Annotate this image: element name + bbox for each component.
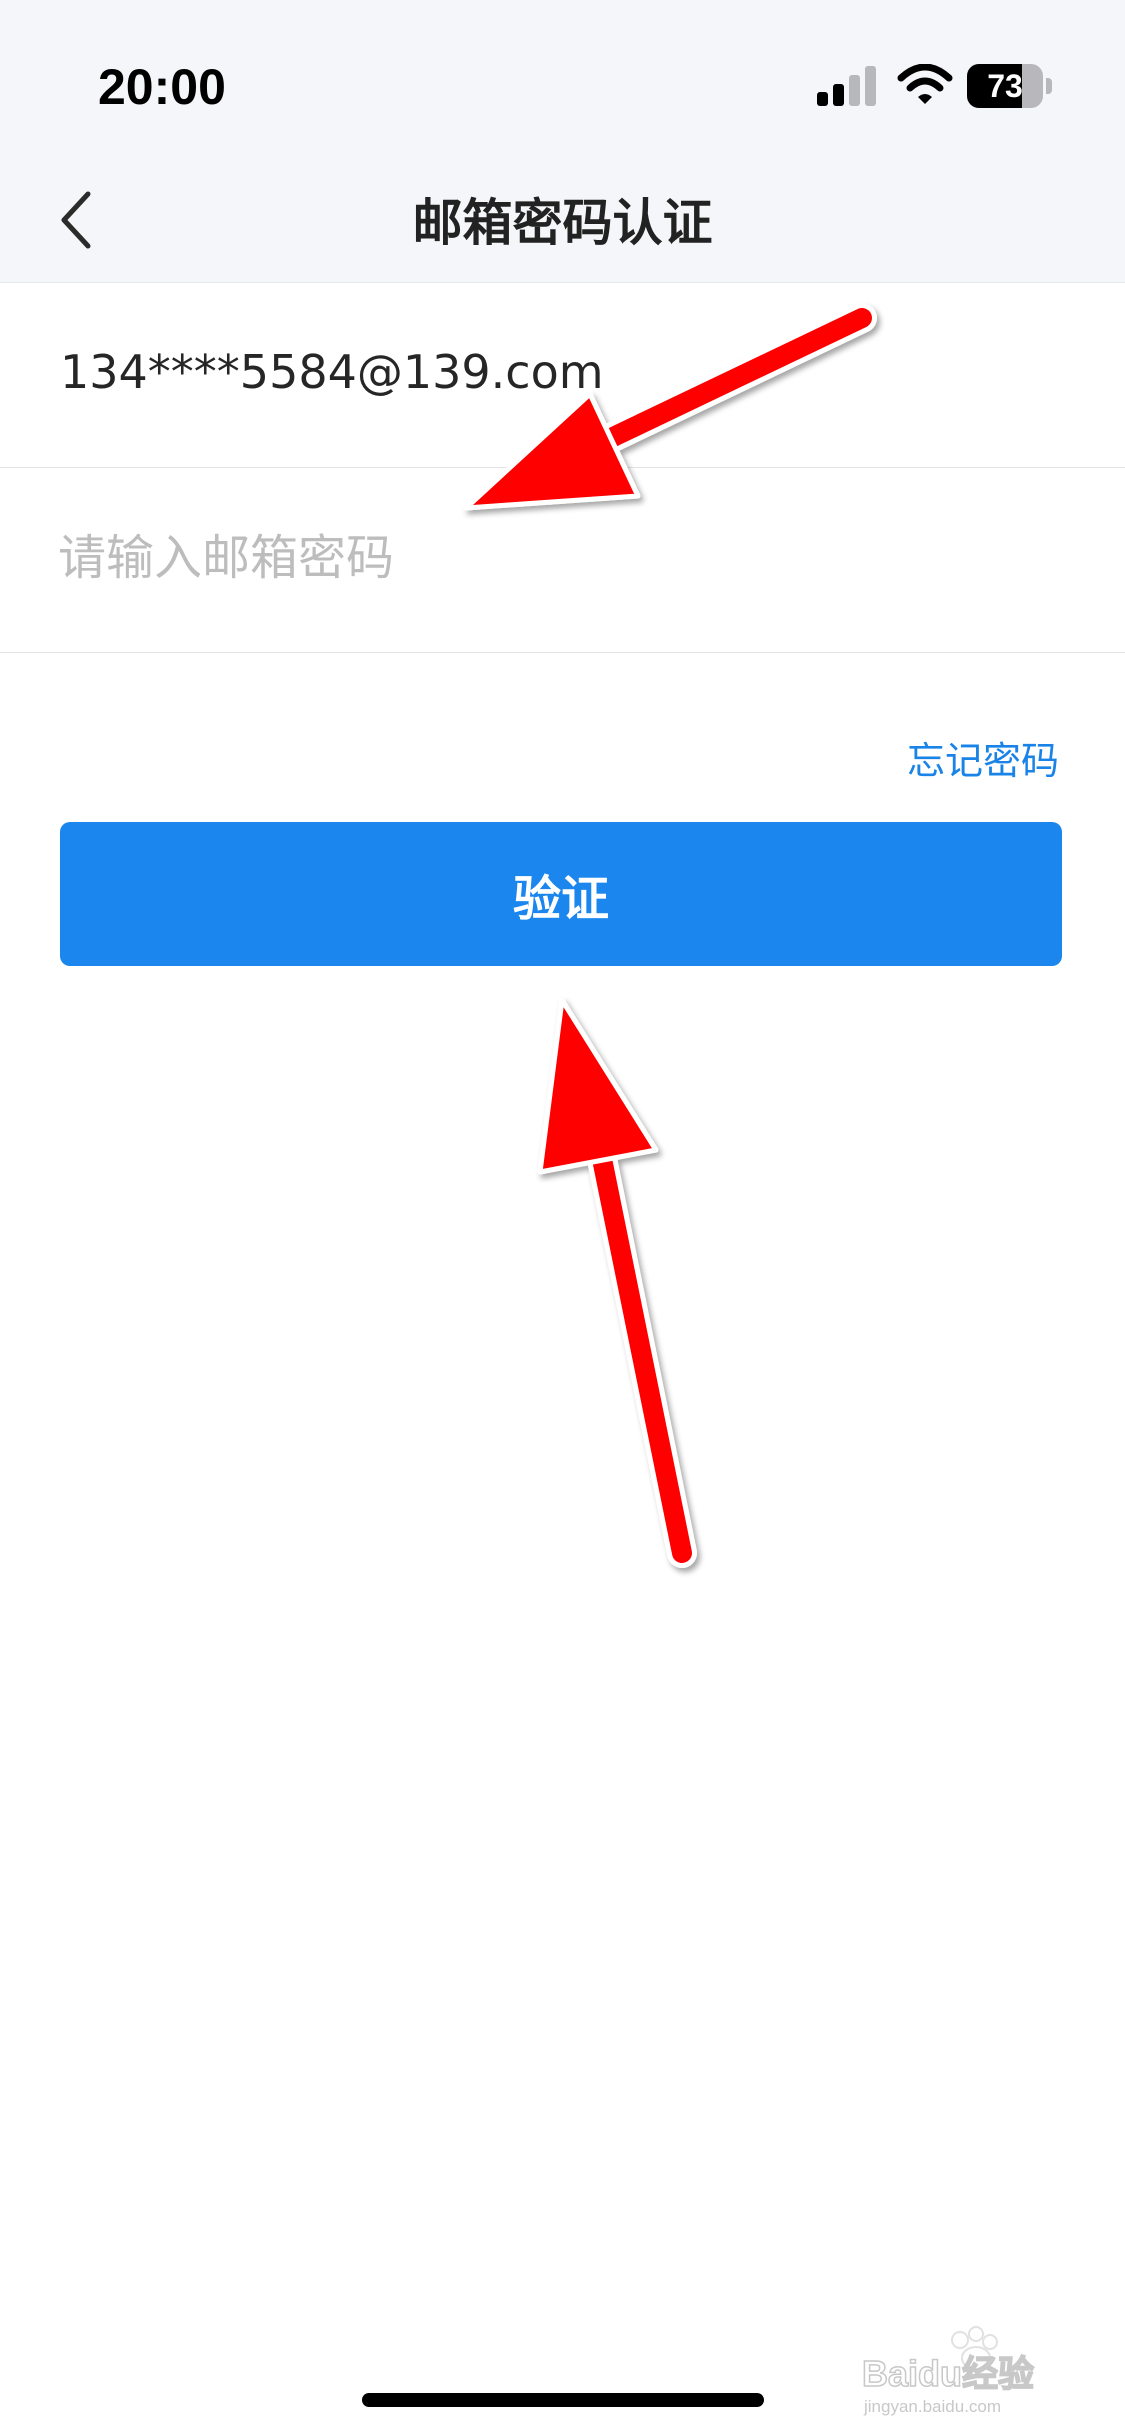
forgot-password-link[interactable]: 忘记密码 bbox=[907, 730, 1059, 785]
email-row: 134****5584@139.com bbox=[0, 283, 1125, 468]
home-indicator bbox=[362, 2393, 764, 2407]
watermark-text: Baidu经验 bbox=[862, 2353, 1034, 2394]
verify-button[interactable]: 验证 bbox=[60, 822, 1062, 966]
password-input[interactable] bbox=[58, 508, 1058, 608]
email-address: 134****5584@139.com bbox=[60, 345, 604, 399]
battery-icon: 73 bbox=[967, 64, 1053, 108]
battery-percent: 73 bbox=[987, 68, 1023, 104]
baidu-jingyan-watermark: Baidu经验 jingyan.baidu.com bbox=[861, 2326, 1035, 2416]
password-row[interactable] bbox=[0, 468, 1125, 653]
watermark-subtext: jingyan.baidu.com bbox=[863, 2397, 1001, 2416]
annotation-arrow-verify bbox=[537, 997, 697, 1568]
signal-icon bbox=[817, 66, 876, 106]
status-icons: 73 bbox=[817, 64, 1067, 108]
wifi-icon bbox=[897, 64, 953, 104]
status-time: 20:00 bbox=[98, 59, 226, 115]
top-bar: 20:00 73 邮箱密码认证 bbox=[0, 0, 1125, 283]
page-title: 邮箱密码认证 bbox=[412, 194, 713, 252]
